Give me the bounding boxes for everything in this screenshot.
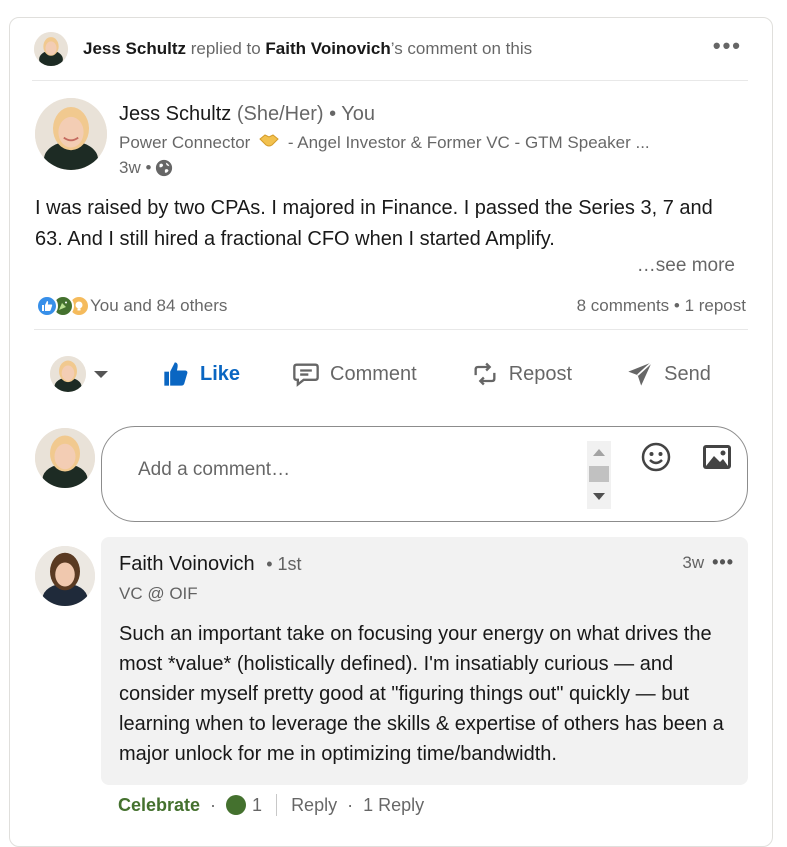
scroll-thumb[interactable] <box>589 466 609 482</box>
like-reaction-icon <box>36 295 58 317</box>
post-body-text: I was raised by two CPAs. I majored in F… <box>35 197 713 250</box>
scroll-up-icon[interactable] <box>593 449 605 456</box>
post-author-avatar[interactable] <box>35 98 107 170</box>
post-author-avatar-wrap <box>35 98 107 170</box>
headline-prefix: Power Connector <box>119 133 251 152</box>
repost-label: Repost <box>508 362 573 385</box>
divider <box>276 794 278 816</box>
header-target-link[interactable]: Faith Voinovich <box>265 39 390 58</box>
post-author-info: Jess Schultz (She/Her) • You Power Conne… <box>119 103 650 178</box>
comment-box-avatar <box>35 428 95 488</box>
comment-button[interactable]: Comment <box>292 360 417 388</box>
comment-box <box>101 426 748 522</box>
emoji-icon[interactable] <box>640 441 672 473</box>
caret-down-icon <box>94 370 108 378</box>
feed-post-card: Jess Schultz replied to Faith Voinovich’… <box>9 17 773 847</box>
author-headline: Power Connector - Angel Investor & Forme… <box>119 132 650 153</box>
actor-switcher[interactable] <box>50 356 128 392</box>
reply-meta: 3w ••• <box>682 552 734 573</box>
see-more-link[interactable]: …see more <box>637 255 735 277</box>
reactions-count[interactable]: You and 84 others <box>90 296 227 316</box>
author-name[interactable]: Jess Schultz <box>119 103 231 125</box>
header-text: Jess Schultz replied to Faith Voinovich’… <box>83 39 532 59</box>
reaction-icons[interactable] <box>36 295 90 317</box>
author-relation: • You <box>329 103 376 125</box>
repost-icon <box>474 362 496 386</box>
separator-dot: · <box>210 794 217 815</box>
repost-button[interactable]: Repost <box>471 360 572 388</box>
reply-comment: Faith Voinovich • 1st VC @ OIF 3w ••• Su… <box>101 537 748 785</box>
header-suffix: ’s comment on this <box>390 39 533 58</box>
reply-reaction-count[interactable]: 1 <box>252 795 262 816</box>
comment-label: Comment <box>330 362 417 385</box>
reply-degree: • 1st <box>266 554 302 574</box>
header-replied-text: replied to <box>190 39 261 58</box>
headline-rest: - Angel Investor & Former VC - GTM Speak… <box>287 133 650 152</box>
reply-time: 3w <box>682 552 705 572</box>
post-action-bar: Like Comment Repost Send <box>50 352 748 396</box>
globe-icon <box>155 159 173 177</box>
actor-avatar <box>50 356 86 392</box>
comments-reposts-count[interactable]: 8 comments • 1 repost <box>577 296 746 316</box>
reply-name-line: Faith Voinovich • 1st <box>119 553 302 576</box>
celebrate-reaction-icon <box>226 795 247 815</box>
send-button[interactable]: Send <box>626 360 711 388</box>
handshake-icon <box>259 132 279 153</box>
comment-icon <box>293 363 319 387</box>
send-label: Send <box>664 362 711 385</box>
image-icon[interactable] <box>701 442 733 472</box>
post-time: 3w • <box>119 158 650 178</box>
scroll-down-icon[interactable] <box>593 493 605 500</box>
like-label: Like <box>200 362 241 385</box>
reply-author-name[interactable]: Faith Voinovich <box>119 553 255 575</box>
send-icon <box>628 361 653 386</box>
reply-actions: Celebrate · 1 Reply · 1 Reply <box>118 792 424 818</box>
thumbs-up-icon <box>164 362 188 386</box>
replies-count[interactable]: 1 Reply <box>363 795 424 816</box>
comment-scrollbar[interactable] <box>587 441 611 509</box>
post-time-text: 3w • <box>119 158 152 177</box>
author-pronouns: (She/Her) <box>236 103 324 125</box>
author-name-line: Jess Schultz (She/Her) • You <box>119 103 650 126</box>
divider <box>34 329 748 330</box>
separator-dot: · <box>347 794 354 815</box>
reply-button[interactable]: Reply <box>291 795 337 816</box>
reply-author-avatar[interactable] <box>35 546 95 606</box>
activity-header: Jess Schultz replied to Faith Voinovich’… <box>34 32 748 66</box>
divider <box>32 80 748 81</box>
like-button[interactable]: Like <box>162 360 240 388</box>
celebrate-button[interactable]: Celebrate <box>118 795 200 816</box>
header-actor-link[interactable]: Jess Schultz <box>83 39 186 58</box>
header-avatar[interactable] <box>34 32 68 66</box>
social-counts: You and 84 others 8 comments • 1 repost <box>36 294 746 318</box>
reply-text: Such an important take on focusing your … <box>119 623 724 765</box>
reply-more-options-icon[interactable]: ••• <box>712 552 734 573</box>
comment-input[interactable] <box>138 459 558 481</box>
reply-headline: VC @ OIF <box>119 584 198 603</box>
more-options-icon[interactable]: ••• <box>713 35 742 57</box>
